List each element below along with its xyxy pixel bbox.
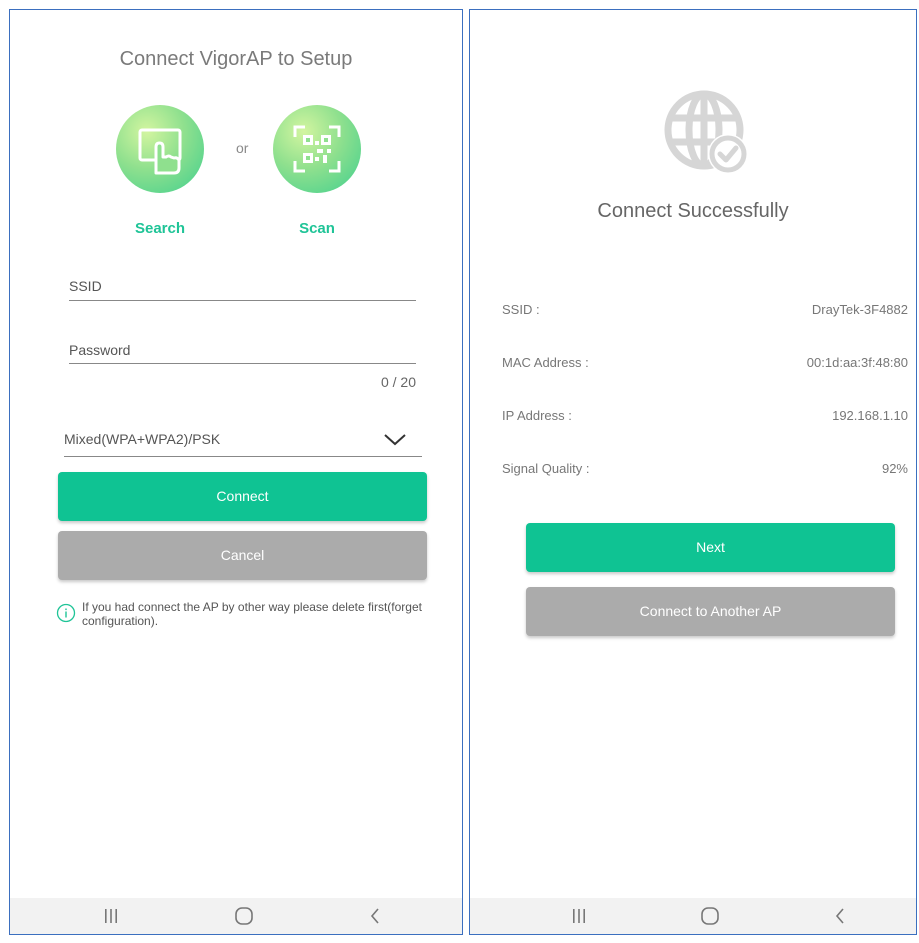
security-underline bbox=[64, 456, 422, 457]
back-icon[interactable] bbox=[832, 906, 848, 926]
hand-pointer-icon bbox=[138, 128, 182, 175]
chevron-down-icon bbox=[384, 434, 406, 446]
ssid-underline bbox=[69, 300, 416, 301]
nav-bar bbox=[470, 898, 916, 934]
info-row-ip: IP Address : 192.168.1.10 bbox=[502, 406, 908, 426]
info-row-ssid: SSID : DrayTek-3F4882 bbox=[502, 300, 908, 320]
info-icon bbox=[56, 603, 76, 623]
home-icon[interactable] bbox=[699, 906, 721, 926]
connect-button[interactable]: Connect bbox=[58, 472, 427, 521]
info-row-label: Signal Quality : bbox=[502, 461, 590, 476]
next-button[interactable]: Next bbox=[526, 523, 895, 572]
home-icon[interactable] bbox=[233, 906, 255, 926]
info-row-value: 00:1d:aa:3f:48:80 bbox=[806, 355, 908, 370]
connect-another-ap-button[interactable]: Connect to Another AP bbox=[526, 587, 895, 636]
scan-label: Scan bbox=[299, 220, 335, 237]
info-note: If you had connect the AP by other way p… bbox=[82, 600, 422, 628]
scan-button[interactable] bbox=[273, 105, 361, 193]
search-button[interactable] bbox=[116, 105, 204, 193]
ssid-placeholder: SSID bbox=[69, 278, 102, 294]
info-row-value: DrayTek-3F4882 bbox=[811, 302, 908, 317]
password-underline bbox=[69, 363, 416, 364]
result-screen: Connect Successfully SSID : DrayTek-3F48… bbox=[469, 9, 917, 935]
password-field[interactable]: Password bbox=[69, 340, 416, 366]
search-label: Search bbox=[134, 220, 186, 237]
cancel-button[interactable]: Cancel bbox=[58, 531, 427, 580]
info-row-value: 92% bbox=[881, 461, 908, 476]
info-row-label: SSID : bbox=[502, 302, 540, 317]
info-row-signal: Signal Quality : 92% bbox=[502, 459, 908, 479]
info-row-label: IP Address : bbox=[502, 408, 572, 423]
back-icon[interactable] bbox=[367, 906, 383, 926]
success-title: Connect Successfully bbox=[597, 200, 789, 222]
security-select[interactable]: Mixed(WPA+WPA2)/PSK bbox=[64, 428, 422, 458]
security-selected: Mixed(WPA+WPA2)/PSK bbox=[64, 431, 221, 447]
nav-bar bbox=[10, 898, 462, 934]
globe-check-icon bbox=[664, 90, 748, 174]
ssid-field[interactable]: SSID bbox=[69, 276, 416, 302]
qr-code-icon bbox=[293, 125, 341, 173]
info-row-mac: MAC Address : 00:1d:aa:3f:48:80 bbox=[502, 353, 908, 373]
info-row-value: 192.168.1.10 bbox=[832, 408, 908, 423]
info-row-label: MAC Address : bbox=[502, 355, 589, 370]
password-counter: 0 / 20 bbox=[380, 374, 416, 390]
recents-icon[interactable] bbox=[102, 907, 120, 925]
page-title: Connect VigorAP to Setup bbox=[119, 48, 353, 70]
password-placeholder: Password bbox=[69, 342, 131, 358]
or-text: or bbox=[236, 140, 249, 156]
recents-icon[interactable] bbox=[570, 907, 588, 925]
setup-screen: Connect VigorAP to Setup or Search Scan … bbox=[9, 9, 463, 935]
